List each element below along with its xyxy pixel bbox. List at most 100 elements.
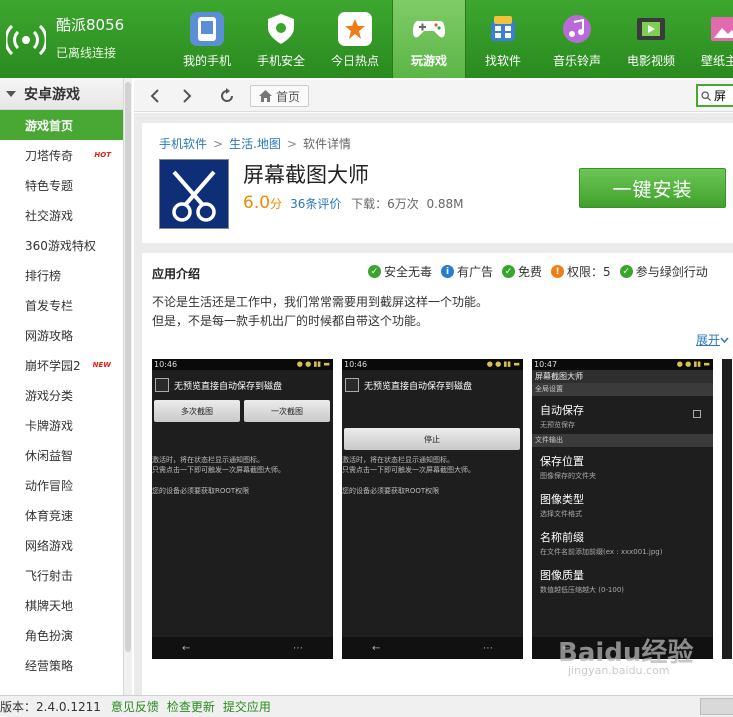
back-arrow-icon: ← — [182, 642, 191, 654]
sidebar-item-online-games[interactable]: 网络游戏 — [0, 530, 123, 560]
phone-checkbox-label: 无预览直接自动保存到磁盘 — [174, 382, 283, 392]
phone-note: 您的设备必须要获取ROOT权限 — [342, 487, 440, 495]
back-button[interactable] — [142, 85, 168, 107]
warning-icon: ! — [551, 265, 565, 278]
app-badges: ✓ 安全无毒 i 有广告 ✓ 免费 ! 权限：5 ✓ 参与绿剑行动 — [368, 263, 717, 280]
sidebar-item-rpg[interactable]: 角色扮演 — [0, 620, 123, 650]
phone-pref-item: 名称前缀 在文件名前添加前缀(ex : xxx001.jpg) — [532, 523, 713, 561]
one-click-install-button[interactable]: 一键安装 — [579, 168, 726, 208]
nav-phone-security[interactable]: 手机安全 — [244, 0, 318, 78]
sidebar-item-label: 刀塔传奇 — [25, 148, 74, 163]
sidebar-item-categories[interactable]: 游戏分类 — [0, 380, 123, 410]
feedback-link[interactable]: 意见反馈 — [111, 698, 159, 715]
nav-movies-videos[interactable]: 电影视频 — [614, 0, 688, 78]
nav-hot-today[interactable]: 今日热点 — [318, 0, 392, 78]
star-icon — [338, 12, 372, 46]
status-icons: ● ● ▮▮ ▬ — [486, 360, 520, 368]
sidebar-item-360-privilege[interactable]: 360游戏特权 — [0, 230, 123, 260]
phone-note: 只需点击一下即可触发一次屏幕截图大师。 — [342, 466, 475, 474]
phone-pref-category: 文件输出 — [532, 434, 713, 447]
phone-pref-item: 图像质量 数值越低压缩越大 (0-100) — [532, 561, 713, 599]
screenshot-4-partial[interactable] — [722, 359, 732, 659]
sidebar-item-rankings[interactable]: 排行榜 — [0, 260, 123, 290]
sidebar-item-honkai-academy[interactable]: 崩坏学园2 NEW — [0, 350, 123, 380]
device-brand[interactable]: 酷派8056 已离线连接 — [0, 0, 160, 78]
forward-button[interactable] — [174, 85, 200, 107]
sidebar-item-sports-racing[interactable]: 体育竞速 — [0, 500, 123, 530]
breadcrumb: 手机软件 > 生活.地图 > 软件详情 — [159, 135, 351, 152]
score-unit: 分 — [270, 197, 283, 211]
sidebar-item-topics[interactable]: 特色专题 — [0, 170, 123, 200]
reviews-link[interactable]: 36条评价 — [290, 197, 341, 211]
breadcrumb-software[interactable]: 手机软件 — [159, 137, 207, 151]
phone-checkbox — [345, 378, 359, 392]
screenshot-3[interactable]: 10:47 ● ● ▮▮ ▬ 屏幕截图大师 全局设置 自动保存 无预览保存 文件输… — [532, 359, 713, 659]
apps-icon — [486, 12, 520, 46]
description-line: 不论是生活还是工作中，我们常常需要用到截屏这样一个功能。 — [152, 295, 489, 309]
status-icons: ● ● ▮▮ ▬ — [676, 360, 710, 368]
app-description: 不论是生活还是工作中，我们常常需要用到截屏这样一个功能。 但是，不是每一款手机出… — [152, 293, 488, 331]
phone-checkbox — [155, 378, 169, 392]
expand-link[interactable]: 展开 — [696, 331, 729, 348]
sidebar-header[interactable]: 安卓游戏 — [0, 78, 123, 110]
chevron-down-icon — [720, 337, 729, 344]
nav-wallpaper-themes[interactable]: 壁纸主题 — [688, 0, 733, 78]
scrollbar-thumb[interactable] — [125, 82, 131, 652]
pref-title: 保存位置 — [540, 455, 584, 468]
home-button[interactable]: 首页 — [250, 85, 310, 107]
screenshot-2[interactable]: 10:46 ● ● ▮▮ ▬ 无预览直接自动保存到磁盘 停止 激活时，将在状态栏显… — [342, 359, 523, 659]
sidebar-item-dota-legend[interactable]: 刀塔传奇 HOT — [0, 140, 123, 170]
phone-time: 10:46 — [154, 360, 178, 369]
bottom-right-button[interactable] — [700, 698, 733, 715]
phone-pref-category: 全局设置 — [532, 383, 713, 396]
search-input[interactable] — [714, 88, 733, 103]
sidebar-item-first-release[interactable]: 首发专栏 — [0, 290, 123, 320]
screenshot-1[interactable]: 10:46 ● ● ▮▮ ▬ 无预览直接自动保存到磁盘 多次截图 一次截图 激活时… — [152, 359, 333, 659]
sidebar-item-casual-puzzle[interactable]: 休闲益智 — [0, 440, 123, 470]
sidebar-item-board-cards[interactable]: 棋牌天地 — [0, 590, 123, 620]
sidebar-title: 安卓游戏 — [24, 86, 80, 103]
sidebar-item-online-guides[interactable]: 网游攻略 — [0, 320, 123, 350]
pref-title: 名称前缀 — [540, 531, 584, 544]
home-icon — [259, 90, 272, 102]
sidebar-scrollbar[interactable] — [124, 78, 132, 695]
submit-app-link[interactable]: 提交应用 — [223, 698, 271, 715]
badge-permissions[interactable]: ! 权限：5 — [551, 263, 611, 280]
phone-icon — [190, 12, 224, 46]
pref-title: 自动保存 — [540, 404, 584, 417]
nav-play-games[interactable]: 玩游戏 — [392, 0, 466, 78]
baidu-watermark-url: jingyan.baidu.com — [568, 664, 670, 677]
nav-label: 玩游戏 — [410, 54, 447, 68]
badge-green-sword[interactable]: ✓ 参与绿剑行动 — [619, 263, 708, 280]
sidebar-item-label: 角色扮演 — [25, 628, 74, 643]
nav-label: 手机安全 — [256, 54, 305, 68]
breadcrumb-life-map[interactable]: 生活.地图 — [229, 137, 281, 151]
nav-my-phone[interactable]: 我的手机 — [170, 0, 244, 78]
nav-label: 音乐铃声 — [552, 54, 601, 68]
sidebar-item-card-games[interactable]: 卡牌游戏 — [0, 410, 123, 440]
refresh-button[interactable] — [214, 85, 240, 107]
badge-free[interactable]: ✓ 免费 — [502, 263, 542, 280]
sidebar-item-game-home[interactable]: 游戏首页 — [0, 110, 123, 140]
badge-safe[interactable]: ✓ 安全无毒 — [368, 263, 432, 280]
sidebar-item-flight-shooting[interactable]: 飞行射击 — [0, 560, 123, 590]
sidebar-item-action-adventure[interactable]: 动作冒险 — [0, 470, 123, 500]
nav-label: 壁纸主题 — [700, 54, 733, 68]
nav-find-software[interactable]: 找软件 — [466, 0, 540, 78]
check-icon: ✓ — [368, 265, 381, 278]
nav-music-ringtones[interactable]: 音乐铃声 — [540, 0, 614, 78]
check-update-link[interactable]: 检查更新 — [167, 698, 215, 715]
home-label: 首页 — [276, 89, 301, 104]
sidebar-item-label: 飞行射击 — [25, 568, 74, 583]
pref-title: 图像类型 — [540, 493, 584, 506]
collapse-arrow-icon — [6, 90, 16, 97]
sidebar-item-strategy[interactable]: 经营策略 — [0, 650, 123, 680]
pref-summary: 图像保存的文件夹 — [540, 472, 596, 480]
badge-label: 参与绿剑行动 — [635, 265, 708, 279]
search-box[interactable] — [696, 84, 733, 107]
badge-ads[interactable]: i 有广告 — [441, 263, 493, 280]
version-label: 版本：2.4.0.1211 — [0, 700, 101, 714]
badge-label: 免费 — [518, 265, 543, 279]
download-count: 下载：6万次 — [351, 197, 419, 211]
sidebar-item-social-games[interactable]: 社交游戏 — [0, 200, 123, 230]
